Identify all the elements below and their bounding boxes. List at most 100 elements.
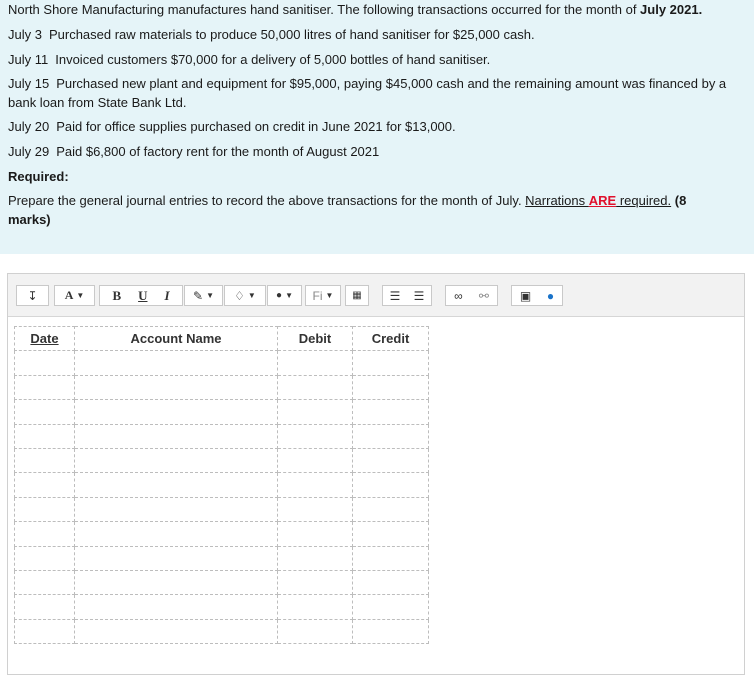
table-cell[interactable] [14, 496, 75, 523]
table-cell[interactable] [14, 399, 75, 425]
highlight-button[interactable]: ♢ ▼ [224, 285, 266, 306]
table-cell[interactable] [74, 594, 278, 620]
table-row [14, 594, 429, 620]
rich-text-editor[interactable]: ↧ A ▼ B U I ✎ ▼ ♢ ▼ ● ▼ Fi ▼ ▦ ☰ ☰ ∞ ⚯ ▣… [7, 273, 745, 675]
transaction-date: July 11 [8, 52, 49, 67]
table-cell[interactable] [74, 423, 278, 449]
table-row [14, 350, 429, 376]
text-color-button[interactable]: ✎ ▼ [184, 285, 223, 306]
table-cell[interactable] [14, 569, 75, 596]
table-row [14, 618, 429, 645]
media-group: ▣ ● [511, 285, 563, 306]
table-cell[interactable] [277, 521, 353, 547]
table-row [14, 545, 429, 571]
fill-color-icon: ● [276, 290, 283, 301]
table-cell[interactable] [277, 618, 353, 645]
table-cell[interactable] [352, 472, 429, 498]
transaction-line: July 11 Invoiced customers $70,000 for a … [8, 51, 490, 68]
table-header-row: Date Account Name Debit Credit [14, 325, 429, 352]
transaction-text: Paid $6,800 of factory rent for the mont… [56, 144, 380, 159]
table-cell[interactable] [74, 521, 278, 547]
table-cell[interactable] [352, 496, 429, 523]
table-cell[interactable] [277, 496, 353, 523]
table-cell[interactable] [14, 374, 75, 401]
table-cell[interactable] [14, 618, 75, 645]
table-cell[interactable] [14, 350, 75, 376]
table-cell[interactable] [277, 545, 353, 571]
table-cell[interactable] [74, 399, 278, 425]
table-cell[interactable] [352, 374, 429, 401]
table-cell[interactable] [277, 472, 353, 498]
table-row [14, 399, 429, 425]
unlink-icon[interactable]: ⚯ [479, 289, 489, 303]
table-cell[interactable] [277, 569, 353, 596]
fill-color-button[interactable]: ● ▼ [267, 285, 302, 306]
prompt-body: Prepare the general journal entries to r… [8, 193, 526, 208]
table-cell[interactable] [277, 399, 353, 425]
table-cell[interactable] [352, 618, 429, 645]
paragraph-format-icon: ↧ [27, 288, 38, 303]
table-cell[interactable] [74, 496, 278, 523]
table-cell[interactable] [352, 594, 429, 620]
table-cell[interactable] [74, 618, 278, 645]
table-cell[interactable] [74, 472, 278, 498]
marks-text: (8 [671, 193, 687, 208]
table-row [14, 423, 429, 449]
text-style-group: B U I [99, 285, 183, 306]
column-header-date: Date [14, 325, 75, 352]
bulleted-list-icon[interactable]: ☰ [390, 289, 401, 303]
table-cell[interactable] [14, 594, 75, 620]
table-cell[interactable] [74, 374, 278, 401]
table-cell[interactable] [277, 423, 353, 449]
chevron-down-icon: ▼ [285, 291, 293, 300]
table-cell[interactable] [352, 545, 429, 571]
table-cell[interactable] [277, 374, 353, 401]
table-cell[interactable] [74, 447, 278, 474]
required-label: Required: [8, 169, 69, 184]
table-cell[interactable] [352, 521, 429, 547]
table-cell[interactable] [14, 447, 75, 474]
transaction-line: July 3 Purchased raw materials to produce… [8, 26, 535, 43]
italic-button[interactable]: I [164, 288, 169, 304]
table-cell[interactable] [14, 545, 75, 571]
table-cell[interactable] [352, 350, 429, 376]
transaction-line-continued: bank loan from State Bank Ltd. [8, 94, 187, 111]
numbered-list-icon[interactable]: ☰ [414, 289, 425, 303]
bold-button[interactable]: B [112, 288, 121, 304]
table-cell[interactable] [352, 569, 429, 596]
transaction-line: July 15 Purchased new plant and equipment… [8, 75, 748, 92]
font-size-button[interactable]: A ▼ [54, 285, 95, 306]
font-family-icon: Fi [312, 288, 323, 303]
table-cell[interactable] [14, 423, 75, 449]
paragraph-format-button[interactable]: ↧ [16, 285, 49, 306]
column-header-debit: Debit [277, 325, 353, 352]
table-cell[interactable] [74, 350, 278, 376]
insert-image-icon[interactable]: ▣ [520, 289, 531, 303]
underline-button[interactable]: U [138, 288, 147, 304]
table-cell[interactable] [352, 447, 429, 474]
table-cell[interactable] [352, 399, 429, 425]
special-character-button[interactable]: ▦ [345, 285, 369, 306]
table-cell[interactable] [74, 545, 278, 571]
table-cell[interactable] [352, 423, 429, 449]
table-cell[interactable] [277, 350, 353, 376]
required-text: required. [616, 193, 672, 208]
table-cell[interactable] [277, 447, 353, 474]
table-cell[interactable] [277, 594, 353, 620]
insert-link-icon[interactable]: ∞ [454, 289, 463, 303]
table-cell[interactable] [14, 472, 75, 498]
table-cell[interactable] [74, 569, 278, 596]
column-header-label: Date [30, 331, 59, 347]
link-group: ∞ ⚯ [445, 285, 498, 306]
narrations-text: Narrations [525, 193, 589, 208]
chevron-down-icon: ▼ [247, 291, 256, 300]
table-row [14, 374, 429, 401]
table-cell[interactable] [14, 521, 75, 547]
font-family-button[interactable]: Fi ▼ [305, 285, 341, 306]
list-group: ☰ ☰ [382, 285, 432, 306]
equation-icon[interactable]: ● [547, 289, 554, 303]
prompt-text: Prepare the general journal entries to r… [8, 192, 686, 209]
transaction-text: bank loan from State Bank Ltd. [8, 95, 187, 110]
table-row [14, 496, 429, 523]
transaction-date: July 20 [8, 119, 50, 134]
